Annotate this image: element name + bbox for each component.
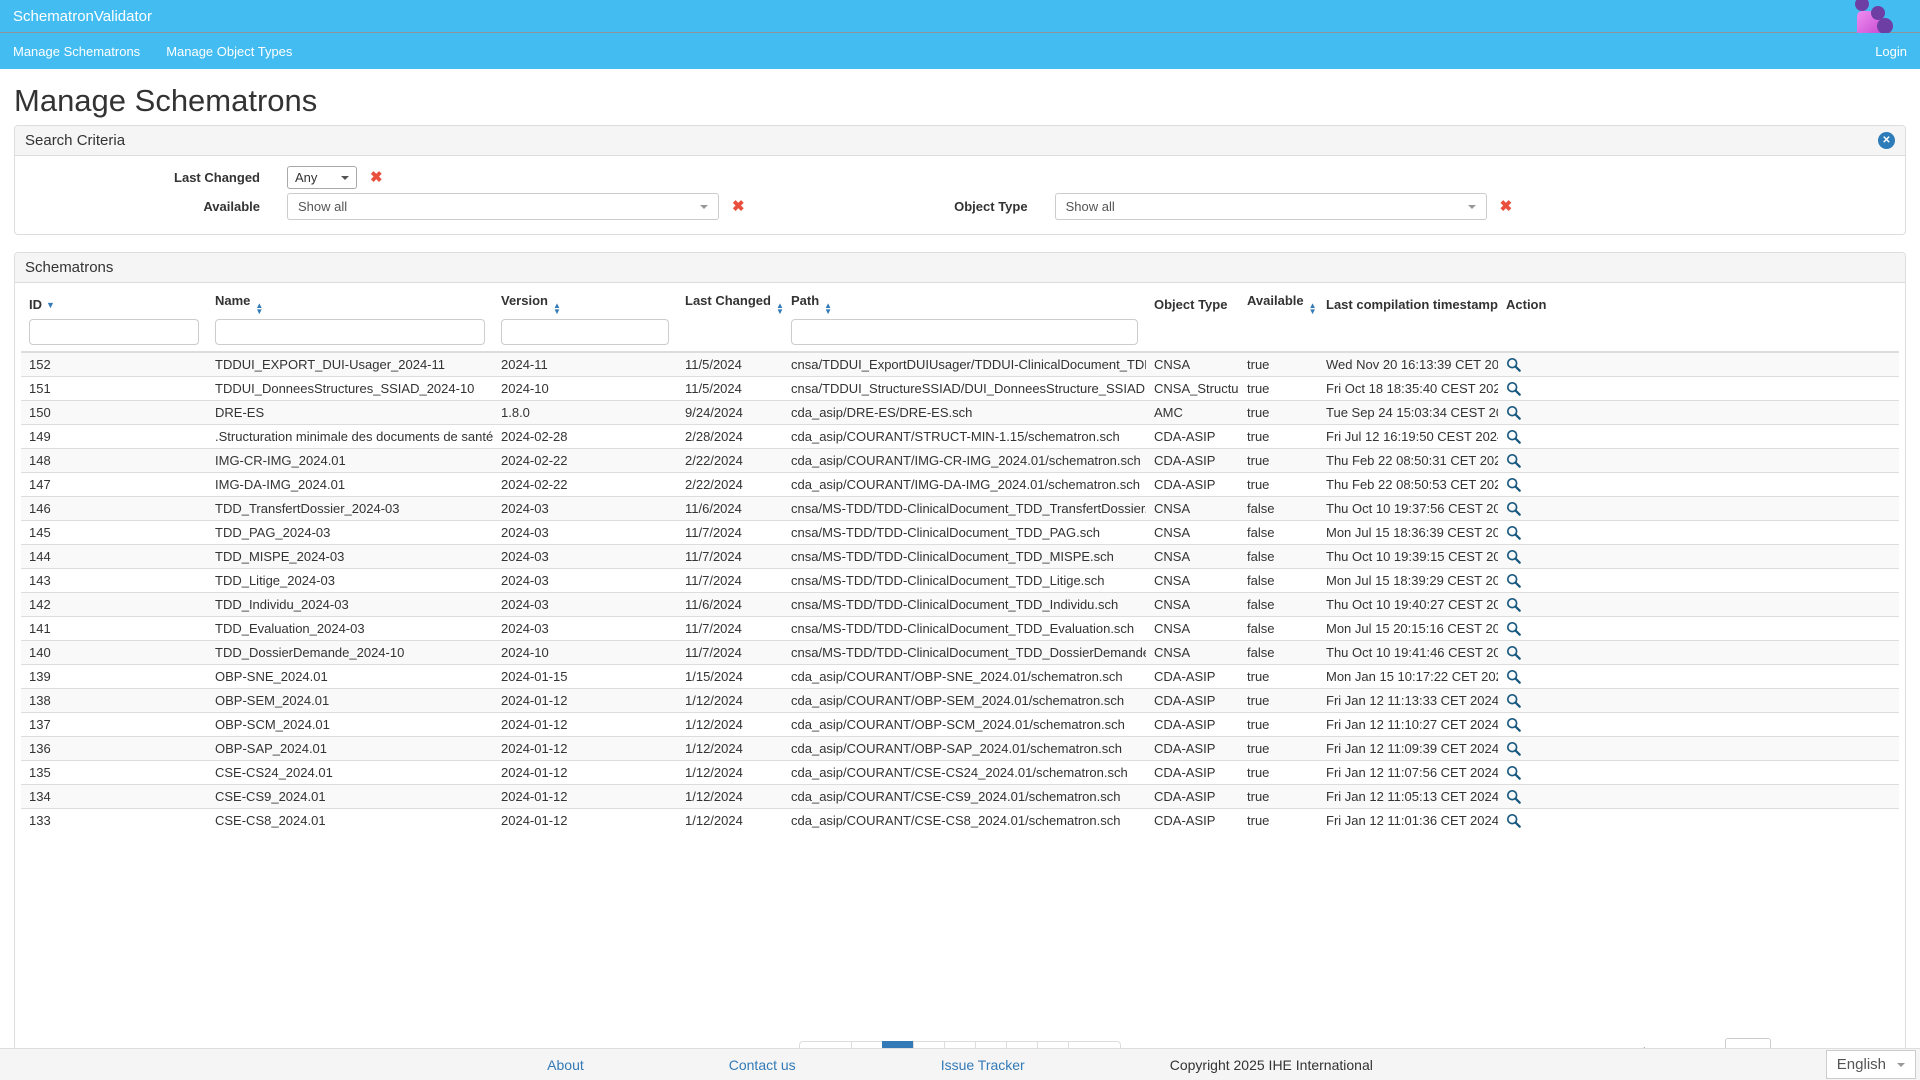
view-details-icon[interactable] <box>1506 741 1522 757</box>
sort-toggle-icon[interactable]: ▲▼ <box>824 303 832 315</box>
search-criteria-panel: Search Criteria ✕ Last Changed Any ✖ Ava… <box>14 125 1906 235</box>
schematrons-panel: Schematrons ID▼Name▲▼Version▲▼Last Chang… <box>14 252 1906 1078</box>
view-details-icon[interactable] <box>1506 549 1522 565</box>
schematrons-body: ID▼Name▲▼Version▲▼Last Changed▲▼Path▲▼Ob… <box>15 283 1905 1077</box>
table-row: 148IMG-CR-IMG_2024.012024-02-222/22/2024… <box>21 449 1899 473</box>
table-row: 143TDD_Litige_2024-032024-0311/7/2024cns… <box>21 569 1899 593</box>
sort-toggle-icon[interactable]: ▲▼ <box>553 303 561 315</box>
filter-input-id[interactable] <box>29 319 199 345</box>
table-row: 142TDD_Individu_2024-032024-0311/6/2024c… <box>21 593 1899 617</box>
schematrons-title: Schematrons <box>25 259 113 276</box>
filter-input-path[interactable] <box>791 319 1138 345</box>
sort-toggle-icon[interactable]: ▲▼ <box>776 303 784 315</box>
table-row: 141TDD_Evaluation_2024-032024-0311/7/202… <box>21 617 1899 641</box>
view-details-icon[interactable] <box>1506 717 1522 733</box>
table-row: 151TDDUI_DonneesStructures_SSIAD_2024-10… <box>21 377 1899 401</box>
chevron-down-icon <box>700 205 708 209</box>
view-details-icon[interactable] <box>1506 669 1522 685</box>
clear-object-type-icon[interactable]: ✖ <box>1500 199 1513 214</box>
table-row: 149.Structuration minimale des documents… <box>21 425 1899 449</box>
last-changed-row: Last Changed Any ✖ <box>15 166 1905 189</box>
sort-toggle-icon[interactable]: ▲▼ <box>255 303 263 315</box>
view-details-icon[interactable] <box>1506 573 1522 589</box>
sort-desc-icon[interactable]: ▼ <box>46 300 55 310</box>
nav-login[interactable]: Login <box>1875 44 1920 59</box>
view-details-icon[interactable] <box>1506 813 1522 829</box>
column-header-path[interactable]: Path▲▼ <box>783 289 1146 318</box>
search-criteria-title: Search Criteria <box>25 132 125 149</box>
view-details-icon[interactable] <box>1506 429 1522 445</box>
nav-manage-object-types[interactable]: Manage Object Types <box>153 44 305 59</box>
available-label: Available <box>15 199 260 214</box>
table-row: 135CSE-CS24_2024.012024-01-121/12/2024cd… <box>21 761 1899 785</box>
view-details-icon[interactable] <box>1506 525 1522 541</box>
view-details-icon[interactable] <box>1506 357 1522 373</box>
view-details-icon[interactable] <box>1506 789 1522 805</box>
column-header-id[interactable]: ID▼ <box>21 289 207 318</box>
table-row: 138OBP-SEM_2024.012024-01-121/12/2024cda… <box>21 689 1899 713</box>
clear-last-changed-icon[interactable]: ✖ <box>370 170 383 185</box>
table-row: 137OBP-SCM_2024.012024-01-121/12/2024cda… <box>21 713 1899 737</box>
view-details-icon[interactable] <box>1506 501 1522 517</box>
language-select[interactable]: English <box>1826 1050 1916 1079</box>
table-row: 152TDDUI_EXPORT_DUI-Usager_2024-112024-1… <box>21 352 1899 377</box>
table-row: 145TDD_PAG_2024-032024-0311/7/2024cnsa/M… <box>21 521 1899 545</box>
view-details-icon[interactable] <box>1506 765 1522 781</box>
last-changed-select[interactable]: Any <box>287 166 357 189</box>
filter-input-name[interactable] <box>215 319 485 345</box>
table-row: 146TDD_TransfertDossier_2024-032024-0311… <box>21 497 1899 521</box>
available-select[interactable]: Show all <box>287 193 719 220</box>
nav-manage-schematrons[interactable]: Manage Schematrons <box>0 44 153 59</box>
object-type-select[interactable]: Show all <box>1055 193 1487 220</box>
table-row: 134CSE-CS9_2024.012024-01-121/12/2024cda… <box>21 785 1899 809</box>
chevron-down-icon <box>341 176 349 180</box>
footer-link-about[interactable]: About <box>547 1057 584 1073</box>
last-changed-label: Last Changed <box>15 170 260 185</box>
column-header-last-changed[interactable]: Last Changed▲▼ <box>677 289 783 318</box>
object-type-label: Object Type <box>745 199 1028 214</box>
column-header-last-compilation-timestamp: Last compilation timestamp <box>1318 289 1498 318</box>
view-details-icon[interactable] <box>1506 693 1522 709</box>
app-brand[interactable]: SchematronValidator <box>0 8 152 25</box>
schematrons-header: Schematrons <box>15 253 1905 283</box>
view-details-icon[interactable] <box>1506 381 1522 397</box>
column-header-action: Action <box>1498 289 1899 318</box>
column-header-version[interactable]: Version▲▼ <box>493 289 677 318</box>
table-row: 144TDD_MISPE_2024-032024-0311/7/2024cnsa… <box>21 545 1899 569</box>
search-criteria-header: Search Criteria ✕ <box>15 126 1905 156</box>
column-header-object-type: Object Type <box>1146 289 1239 318</box>
chevron-down-icon <box>1468 205 1476 209</box>
footer-link-contact-us[interactable]: Contact us <box>729 1057 796 1073</box>
footer-bar: About Contact us Issue Tracker Copyright 20… <box>0 1048 1920 1080</box>
table-row: 136OBP-SAP_2024.012024-01-121/12/2024cda… <box>21 737 1899 761</box>
chevron-down-icon <box>1897 1063 1905 1067</box>
view-details-icon[interactable] <box>1506 477 1522 493</box>
filter-input-version[interactable] <box>501 319 669 345</box>
table-row: 150DRE-ES1.8.09/24/2024cda_asip/DRE-ES/D… <box>21 401 1899 425</box>
copyright-text: Copyright 2025 IHE International <box>1170 1057 1373 1073</box>
sort-toggle-icon[interactable]: ▲▼ <box>1309 303 1317 315</box>
column-header-available[interactable]: Available▲▼ <box>1239 289 1318 318</box>
gazelle-logo-icon <box>1854 0 1908 33</box>
view-details-icon[interactable] <box>1506 621 1522 637</box>
column-header-name[interactable]: Name▲▼ <box>207 289 493 318</box>
footer-link-issue-tracker[interactable]: Issue Tracker <box>941 1057 1025 1073</box>
table-row: 147IMG-DA-IMG_2024.012024-02-222/22/2024… <box>21 473 1899 497</box>
view-details-icon[interactable] <box>1506 453 1522 469</box>
clear-available-icon[interactable]: ✖ <box>732 199 745 214</box>
view-details-icon[interactable] <box>1506 405 1522 421</box>
main-content: Manage Schematrons Search Criteria ✕ Las… <box>0 83 1920 1078</box>
main-navbar: Manage Schematrons Manage Object Types L… <box>0 33 1920 69</box>
available-object-type-row: Available Show all ✖ Object Type Show al… <box>15 193 1905 220</box>
collapse-panel-icon[interactable]: ✕ <box>1878 132 1895 149</box>
page-title: Manage Schematrons <box>14 83 1906 119</box>
table-row: 133CSE-CS8_2024.012024-01-121/12/2024cda… <box>21 809 1899 833</box>
view-details-icon[interactable] <box>1506 597 1522 613</box>
view-details-icon[interactable] <box>1506 645 1522 661</box>
schematrons-table: ID▼Name▲▼Version▲▼Last Changed▲▼Path▲▼Ob… <box>21 289 1899 832</box>
table-row: 140TDD_DossierDemande_2024-102024-1011/7… <box>21 641 1899 665</box>
table-row: 139OBP-SNE_2024.012024-01-151/15/2024cda… <box>21 665 1899 689</box>
search-criteria-body: Last Changed Any ✖ Available Show all <box>15 156 1905 234</box>
top-header-bar: SchematronValidator <box>0 0 1920 33</box>
